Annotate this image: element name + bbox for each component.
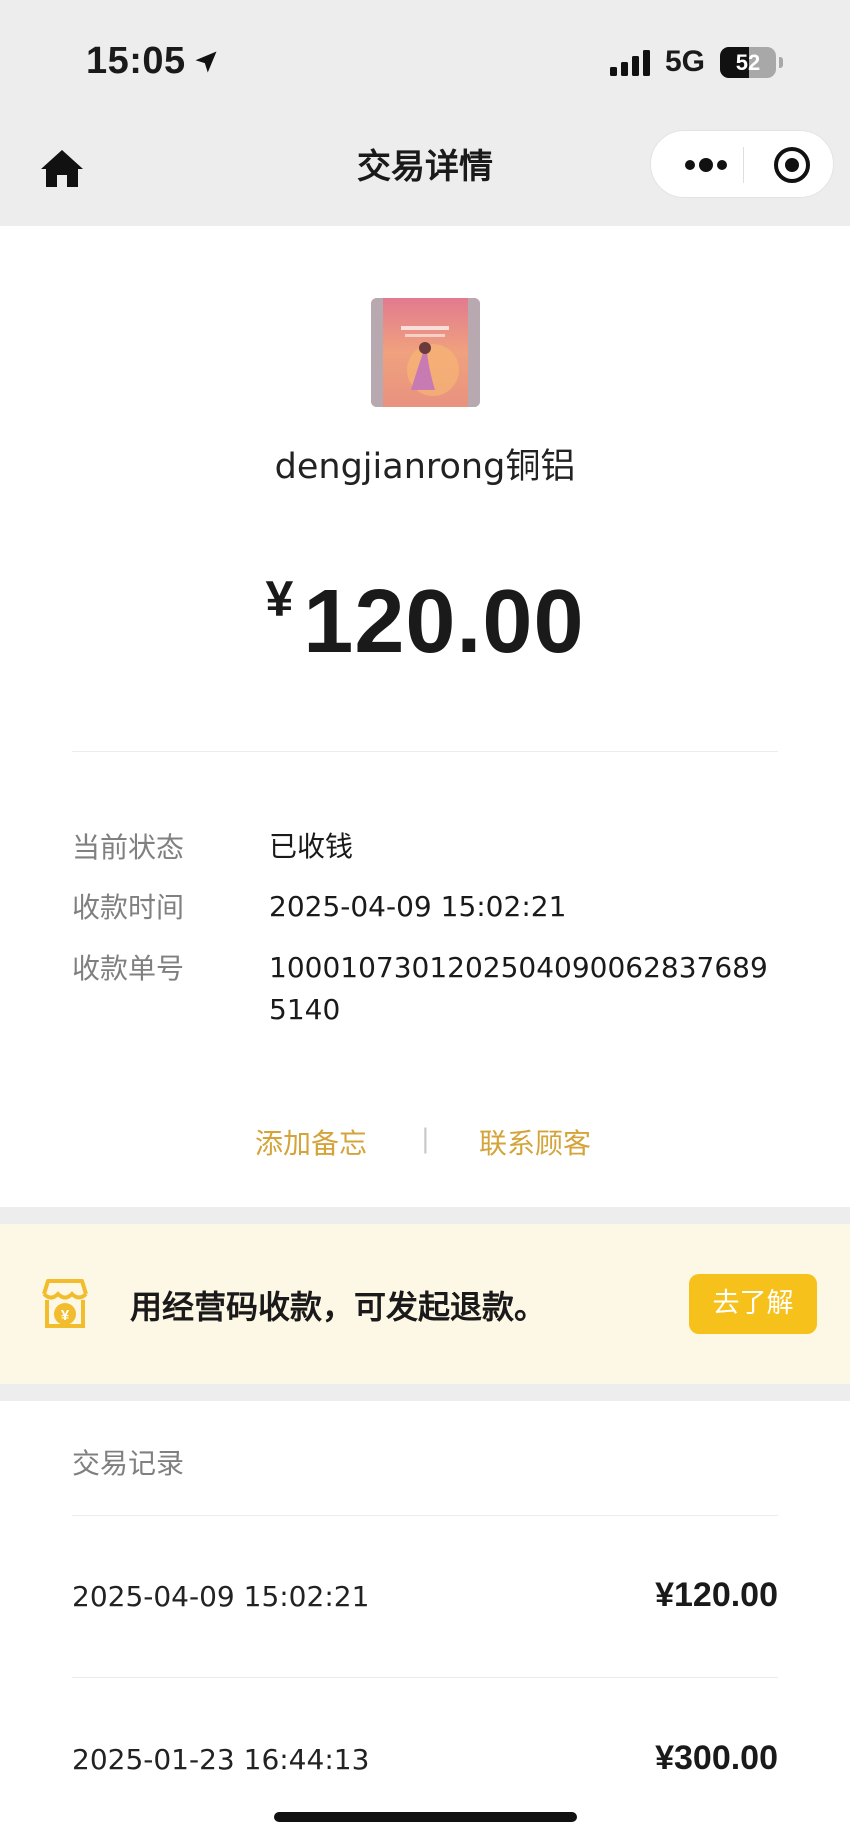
divider — [72, 1677, 778, 1678]
home-indicator — [274, 1812, 577, 1822]
status-time: 15:05 — [86, 40, 186, 82]
record-amount: ¥120.00 — [655, 1576, 778, 1614]
contact-customer-link[interactable]: 联系顾客 — [479, 1122, 591, 1162]
status-bar: 15:05 5G 52 — [0, 0, 850, 120]
battery-level: 52 — [735, 50, 761, 75]
action-links: 添加备忘 | 联系顾客 — [0, 1122, 850, 1172]
info-label: 收款单号 — [72, 952, 185, 985]
close-target-icon[interactable] — [761, 131, 823, 199]
learn-more-button[interactable]: 去了解 — [689, 1274, 817, 1334]
section-gap — [0, 1384, 850, 1401]
record-amount: ¥300.00 — [655, 1739, 778, 1777]
divider — [72, 751, 778, 752]
divider — [72, 1515, 778, 1516]
info-value: 2025-04-09 15:02:21 — [269, 890, 567, 923]
nav-bar: 交易详情 — [0, 120, 850, 226]
merchant-avatar — [371, 298, 480, 407]
location-arrow-icon — [195, 51, 217, 73]
network-type: 5G — [665, 45, 706, 78]
promo-banner: ¥ 用经营码收款，可发起退款。 去了解 — [0, 1224, 850, 1384]
svg-text:¥: ¥ — [61, 1307, 70, 1324]
capsule-divider — [743, 147, 744, 183]
avatar-illustration — [371, 298, 480, 407]
record-date: 2025-01-23 16:44:13 — [72, 1743, 370, 1776]
action-separator: | — [421, 1124, 430, 1154]
info-label: 当前状态 — [72, 831, 185, 864]
amount: ¥120.00 — [0, 570, 850, 674]
record-row[interactable]: 2025-04-09 15:02:21 ¥120.00 — [72, 1576, 778, 1640]
amount-value: 120.00 — [303, 572, 585, 672]
records-title: 交易记录 — [72, 1447, 185, 1480]
battery-icon: 52 — [720, 47, 776, 78]
info-label: 收款时间 — [72, 891, 185, 924]
record-row[interactable]: 2025-01-23 16:44:13 ¥300.00 — [72, 1739, 778, 1803]
cellular-signal-icon — [610, 50, 650, 76]
currency-symbol: ¥ — [265, 571, 294, 627]
more-dots-icon[interactable] — [675, 131, 737, 199]
info-value: 10001073012025040900628376895140 — [269, 951, 768, 1026]
shop-yuan-icon: ¥ — [42, 1279, 88, 1328]
home-icon[interactable] — [36, 142, 88, 194]
battery-tip — [779, 57, 783, 68]
merchant-name: dengjianrong铜铝 — [274, 447, 576, 487]
section-gap — [0, 1207, 850, 1224]
add-note-link[interactable]: 添加备忘 — [255, 1122, 367, 1162]
mini-program-capsule — [650, 130, 834, 198]
info-value: 已收钱 — [269, 830, 354, 863]
record-date: 2025-04-09 15:02:21 — [72, 1580, 370, 1613]
banner-text: 用经营码收款，可发起退款。 — [130, 1288, 547, 1326]
